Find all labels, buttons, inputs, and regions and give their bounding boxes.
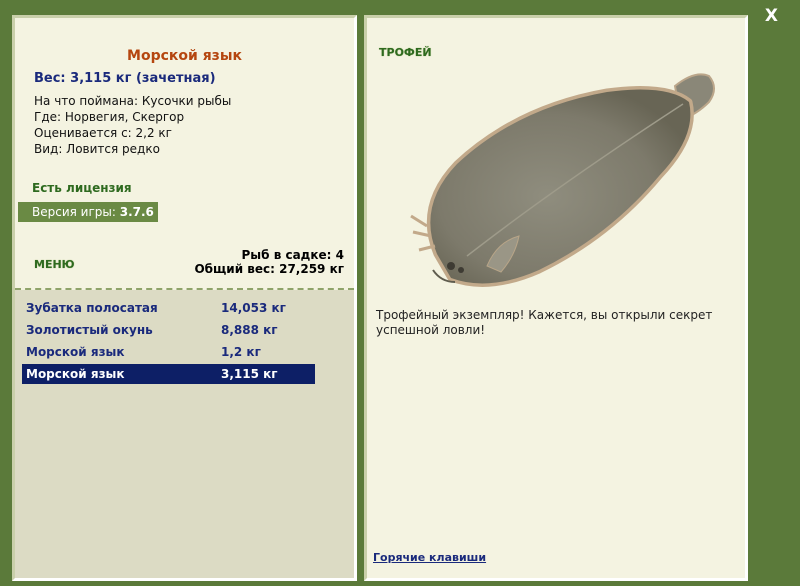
catch-row-selected[interactable]: Морской язык 3,115 кг [22, 364, 315, 384]
version-badge: Версия игры: 3.7.6 [18, 202, 158, 222]
catch-name: Зубатка полосатая [26, 301, 158, 315]
hotkeys-link[interactable]: Горячие клавиши [373, 551, 486, 564]
fish-count: Рыб в садке: 4 [241, 248, 345, 262]
trophy-panel: ТРОФЕЙ Трофейный экземпляр! Кажется, вы … [364, 15, 748, 581]
license-status: Есть лицензия [32, 181, 132, 195]
catch-row[interactable]: Золотистый окунь 8,888 кг [22, 320, 315, 340]
fish-title: Морской язык [127, 48, 242, 64]
catch-name: Золотистый окунь [26, 323, 153, 337]
catch-list: Зубатка полосатая 14,053 кг Золотистый о… [15, 290, 354, 578]
catch-weight: 3,115 кг [221, 367, 278, 381]
trophy-description: Трофейный экземпляр! Кажется, вы открыли… [376, 308, 713, 337]
bait-info: На что поймана: Кусочки рыбы [34, 94, 232, 108]
catch-row[interactable]: Морской язык 1,2 кг [22, 342, 315, 362]
catch-weight: 8,888 кг [221, 323, 278, 337]
catch-weight: 14,053 кг [221, 301, 286, 315]
fish-weight: Вес: 3,115 кг (зачетная) [34, 71, 216, 86]
fish-info-panel: Морской язык Вес: 3,115 кг (зачетная) На… [12, 15, 357, 581]
rated-info: Оценивается с: 2,2 кг [34, 126, 172, 140]
catch-name: Морской язык [26, 367, 125, 381]
location-info: Где: Норвегия, Скергор [34, 110, 185, 124]
keepnet-stats: Рыб в садке: 4 Общий вес: 27,259 кг [194, 248, 344, 276]
version-value: 3.7.6 [119, 205, 154, 219]
catch-name: Морской язык [26, 345, 125, 359]
sole-fish-image [410, 73, 715, 287]
species-rarity-info: Вид: Ловится редко [34, 142, 160, 156]
catch-row[interactable]: Зубатка полосатая 14,053 кг [22, 298, 315, 318]
close-button[interactable]: X [765, 6, 778, 26]
menu-button[interactable]: МЕНЮ [34, 258, 75, 271]
total-weight: Общий вес: 27,259 кг [194, 262, 344, 276]
catch-weight: 1,2 кг [221, 345, 261, 359]
version-label: Версия игры: [32, 205, 120, 219]
